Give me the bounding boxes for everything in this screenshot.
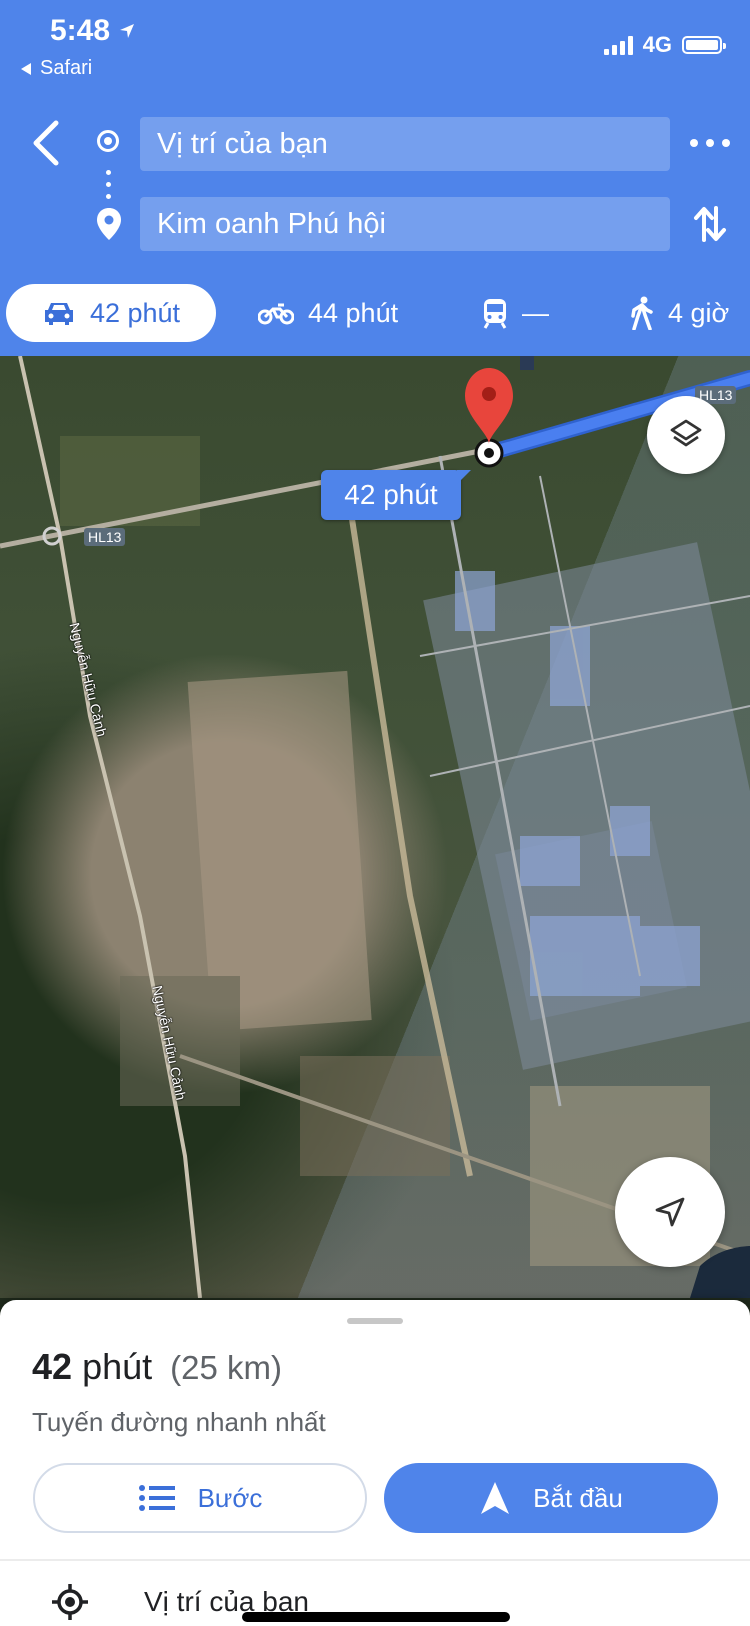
start-navigation-button[interactable]: Bắt đầu: [384, 1463, 718, 1533]
clock: 5:48: [50, 14, 111, 47]
route-duration: 42 phút (25 km): [32, 1346, 282, 1388]
route-distance: (25 km): [170, 1349, 282, 1386]
mode-tab-car[interactable]: 42 phút: [6, 284, 216, 342]
origin-input[interactable]: Vị trí của bạn: [140, 117, 670, 171]
destination-input[interactable]: Kim oanh Phú hội: [140, 197, 670, 251]
back-to-app[interactable]: Safari: [20, 57, 92, 80]
mode-tab-motorbike[interactable]: 44 phút: [258, 284, 398, 342]
duration-unit: phút: [82, 1346, 153, 1387]
back-arrow-icon[interactable]: [26, 118, 66, 168]
home-indicator[interactable]: [242, 1612, 510, 1622]
route-dots-icon: [106, 170, 111, 206]
list-icon: [138, 1485, 175, 1511]
duration-number: 42: [32, 1346, 73, 1387]
route-time-callout[interactable]: 42 phút: [321, 470, 471, 520]
transit-icon: [483, 299, 507, 329]
sheet-drag-handle[interactable]: [347, 1318, 403, 1324]
origin-dot-icon: [97, 130, 119, 152]
more-options-icon[interactable]: [690, 128, 730, 158]
road-label-hl13: HL13: [84, 528, 126, 546]
start-button-label: Bắt đầu: [533, 1482, 623, 1513]
mode-label-car: 42 phút: [89, 297, 181, 328]
motorbike-icon: [258, 303, 294, 325]
travel-mode-tabs: 42 phút 44 phút — 4 giờ: [0, 284, 750, 342]
sheet-divider: [0, 1559, 750, 1561]
status-time: 5:48: [50, 14, 136, 48]
back-app-label: Safari: [40, 57, 93, 79]
navigation-arrow-icon: [655, 1197, 685, 1227]
location-arrow-icon: [120, 24, 135, 38]
walk-icon: [631, 296, 653, 330]
steps-button-label: Bước: [197, 1482, 263, 1513]
route-summary-sheet: 42 phút (25 km) Tuyến đường nhanh nhất B…: [0, 1300, 750, 1626]
mode-label-transit: —: [522, 297, 549, 328]
route-description: Tuyến đường nhanh nhất: [32, 1407, 326, 1437]
layers-icon: [670, 419, 702, 447]
navigation-start-icon: [481, 1482, 510, 1514]
mode-tab-transit[interactable]: —: [482, 284, 549, 342]
my-location-icon: [52, 1584, 88, 1620]
mode-label-walk: 4 giờ: [668, 297, 730, 328]
signal-icon: [603, 35, 633, 55]
swap-icon[interactable]: [692, 202, 728, 246]
map-layers-button[interactable]: [647, 396, 725, 474]
directions-header: 5:48 Safari 4G Vị trí của bạn Kim oanh P…: [0, 0, 750, 356]
destination-pin-icon: [97, 208, 121, 240]
back-triangle-icon: [21, 62, 31, 75]
mode-label-motorbike: 44 phút: [308, 297, 399, 328]
steps-button[interactable]: Bước: [33, 1463, 367, 1533]
car-icon: [44, 303, 73, 325]
status-indicators: 4G: [603, 32, 726, 58]
battery-icon: [682, 36, 726, 54]
mode-tab-walk[interactable]: 4 giờ: [630, 284, 729, 342]
my-location-button[interactable]: [615, 1157, 725, 1267]
network-type: 4G: [642, 32, 672, 57]
